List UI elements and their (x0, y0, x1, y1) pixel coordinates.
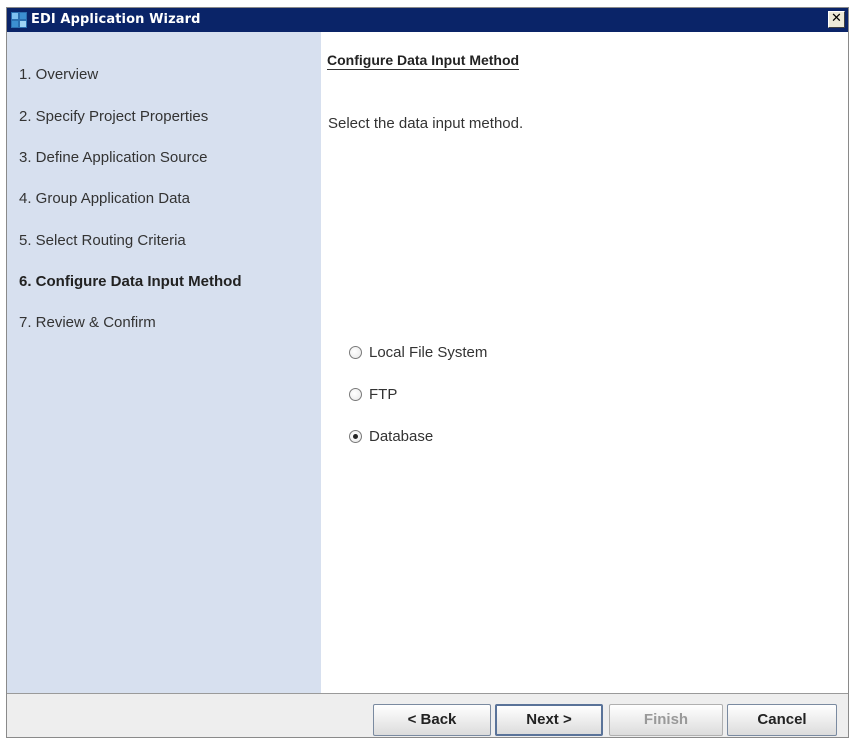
close-icon[interactable]: ✕ (828, 11, 845, 28)
window-title: EDI Application Wizard (31, 12, 201, 27)
option-ftp[interactable]: FTP (349, 385, 397, 403)
back-button[interactable]: < Back (373, 704, 491, 736)
step-select-routing-criteria: 5. Select Routing Criteria (19, 232, 186, 249)
button-bar: < Back Next > Finish Cancel (7, 693, 848, 737)
app-icon (11, 12, 27, 28)
page-title: Configure Data Input Method (327, 52, 520, 70)
steps-panel: 1. Overview 2. Specify Project Propertie… (7, 32, 321, 693)
radio-local-file-system[interactable] (349, 345, 362, 359)
step-specify-project-properties: 2. Specify Project Properties (19, 108, 209, 125)
option-label[interactable]: Database (369, 428, 433, 445)
option-label[interactable]: FTP (369, 386, 397, 403)
next-button[interactable]: Next > (495, 704, 603, 736)
step-group-application-data: 4. Group Application Data (19, 190, 190, 207)
page-description: Select the data input method. (328, 115, 524, 132)
radio-ftp[interactable] (349, 387, 362, 401)
step-configure-data-input-method: 6. Configure Data Input Method (19, 273, 242, 290)
content-panel: Configure Data Input Method Select the d… (321, 32, 848, 693)
cancel-button[interactable]: Cancel (727, 704, 837, 736)
radio-database[interactable] (349, 429, 362, 443)
title-bar[interactable]: EDI Application Wizard ✕ (7, 8, 848, 32)
wizard-dialog: EDI Application Wizard ✕ 1. Overview 2. … (6, 7, 849, 738)
option-local-file-system[interactable]: Local File System (349, 343, 487, 361)
step-overview: 1. Overview (19, 66, 99, 83)
step-define-application-source: 3. Define Application Source (19, 149, 208, 166)
finish-button[interactable]: Finish (609, 704, 723, 736)
step-review-confirm: 7. Review & Confirm (19, 314, 156, 331)
option-label[interactable]: Local File System (369, 344, 487, 361)
option-database[interactable]: Database (349, 427, 433, 445)
